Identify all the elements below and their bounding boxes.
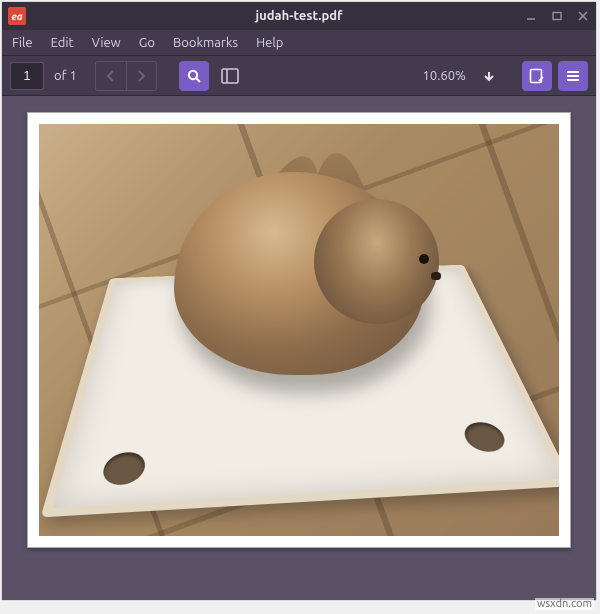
window-controls [518, 2, 596, 30]
app-window: ea judah-test.pdf File Edit View Go Book… [2, 2, 596, 600]
nav-group [95, 61, 157, 91]
arrow-right-icon [134, 69, 148, 83]
close-button[interactable] [570, 2, 596, 30]
page-image [39, 124, 559, 536]
window-title: judah-test.pdf [2, 9, 596, 23]
app-icon: ea [8, 7, 26, 25]
minimize-icon [526, 11, 536, 21]
search-icon [186, 68, 202, 84]
minimize-button[interactable] [518, 2, 544, 30]
sidebar-icon [221, 68, 239, 84]
next-page-button[interactable] [126, 62, 156, 90]
menu-edit[interactable]: Edit [51, 36, 74, 50]
menu-view[interactable]: View [92, 36, 121, 50]
pdf-page [27, 112, 571, 548]
search-button[interactable] [179, 61, 209, 91]
arrow-left-icon [104, 69, 118, 83]
watermark: wsxdn.com [535, 598, 594, 610]
annotate-icon [529, 68, 545, 84]
menu-bar: File Edit View Go Bookmarks Help [2, 30, 596, 56]
menu-bookmarks[interactable]: Bookmarks [173, 36, 238, 50]
toolbar: of 1 10.60% [2, 56, 596, 96]
maximize-button[interactable] [544, 2, 570, 30]
menu-file[interactable]: File [12, 36, 33, 50]
document-viewport[interactable] [2, 96, 596, 600]
menu-go[interactable]: Go [139, 36, 155, 50]
prev-page-button[interactable] [96, 62, 126, 90]
menu-help[interactable]: Help [256, 36, 283, 50]
zoom-dropdown-button[interactable] [478, 61, 500, 91]
chevron-down-icon [482, 69, 496, 83]
page-number-input[interactable] [10, 62, 44, 90]
app-menu-button[interactable] [558, 61, 588, 91]
zoom-level-label: 10.60% [423, 69, 466, 83]
title-bar[interactable]: ea judah-test.pdf [2, 2, 596, 30]
page-count-label: of 1 [54, 69, 77, 83]
maximize-icon [552, 11, 562, 21]
hamburger-icon [565, 68, 581, 84]
close-icon [578, 11, 588, 21]
annotate-button[interactable] [522, 61, 552, 91]
sidebar-toggle-button[interactable] [215, 61, 245, 91]
